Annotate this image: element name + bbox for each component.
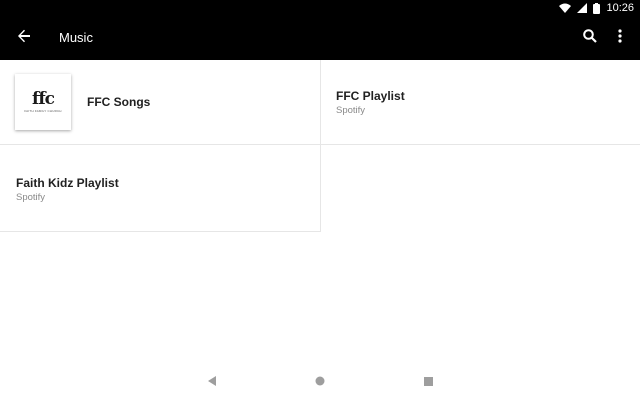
playlist-title: FFC Playlist [336, 89, 405, 103]
app-bar: Music [0, 16, 640, 60]
nav-home-button[interactable] [310, 372, 330, 392]
playlist-tile[interactable]: ffc FAITH FAMILY CHURCH FFC Songs [0, 60, 321, 145]
nav-recents-icon [423, 373, 433, 391]
cell-signal-icon [577, 3, 588, 13]
playlist-tile[interactable]: Faith Kidz Playlist Spotify [0, 145, 321, 232]
playlist-title: FFC Songs [87, 95, 151, 109]
status-time: 10:26 [606, 2, 634, 14]
wifi-icon [559, 3, 572, 13]
nav-back-icon [207, 373, 217, 391]
playlist-source: Spotify [336, 105, 366, 116]
ffc-logo-subtext: FAITH FAMILY CHURCH [24, 109, 62, 113]
more-vert-icon [618, 28, 622, 48]
back-button[interactable] [12, 26, 36, 50]
playlist-tile[interactable]: FFC Playlist Spotify [321, 60, 640, 145]
more-options-button[interactable] [608, 26, 632, 50]
battery-icon [593, 2, 601, 14]
search-button[interactable] [578, 26, 602, 50]
nav-home-icon [315, 373, 325, 391]
playlist-title: Faith Kidz Playlist [16, 176, 119, 190]
system-nav-bar [0, 364, 640, 400]
page-title: Music [59, 30, 93, 45]
playlist-thumbnail: ffc FAITH FAMILY CHURCH [15, 74, 71, 130]
status-icons: 10:26 [559, 0, 634, 16]
ffc-logo: ffc [32, 89, 55, 109]
playlist-source: Spotify [16, 192, 46, 203]
nav-back-button[interactable] [202, 372, 222, 392]
status-bar: 10:26 [0, 0, 640, 16]
search-icon [583, 28, 597, 48]
arrow-back-icon [17, 29, 31, 48]
nav-recents-button[interactable] [418, 372, 438, 392]
